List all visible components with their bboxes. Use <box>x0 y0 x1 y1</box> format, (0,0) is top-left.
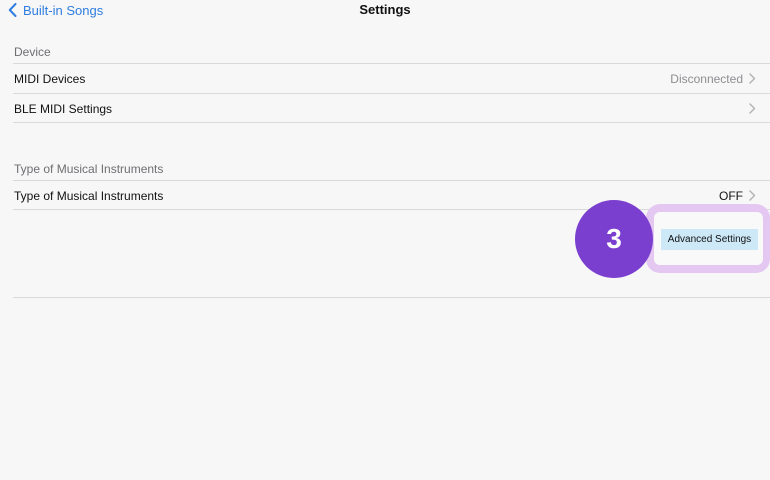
step-number-badge: 3 <box>575 200 653 278</box>
chevron-right-icon <box>749 73 756 84</box>
ble-midi-accessory <box>749 103 756 114</box>
instrument-type-accessory: OFF <box>719 189 756 203</box>
chevron-right-icon <box>749 103 756 114</box>
divider <box>13 122 770 123</box>
navigation-bar: Built-in Songs Settings <box>0 0 770 22</box>
settings-screen: Built-in Songs Settings Device MIDI Devi… <box>0 0 770 480</box>
divider <box>13 297 770 298</box>
midi-devices-row[interactable]: MIDI Devices Disconnected <box>0 64 770 93</box>
section-header-device: Device <box>14 45 51 59</box>
midi-devices-status: Disconnected <box>670 71 743 86</box>
instrument-type-value: OFF <box>719 188 743 203</box>
midi-devices-accessory: Disconnected <box>670 72 756 86</box>
section-header-instruments: Type of Musical Instruments <box>14 162 164 176</box>
ble-midi-settings-label: BLE MIDI Settings <box>14 101 113 116</box>
instrument-type-label: Type of Musical Instruments <box>14 188 164 203</box>
ble-midi-settings-row[interactable]: BLE MIDI Settings <box>0 94 770 123</box>
midi-devices-label: MIDI Devices <box>14 71 86 86</box>
advanced-settings-button[interactable]: Advanced Settings <box>661 229 758 250</box>
chevron-right-icon <box>749 190 756 201</box>
page-title: Settings <box>359 2 411 17</box>
